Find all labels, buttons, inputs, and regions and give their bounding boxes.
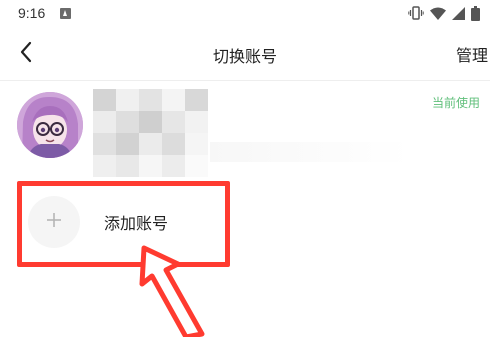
status-bar: 9:16 — [0, 0, 490, 28]
avatar — [17, 92, 83, 158]
page-title: 切换账号 — [212, 47, 277, 66]
current-account-badge: 当前使用 — [431, 96, 480, 110]
switch-account-screen: 9:16 切换账号 管理 当前使用 添加账号 — [0, 0, 490, 337]
status-icons — [408, 5, 480, 21]
blurred-account-detail — [210, 142, 410, 162]
wifi-icon — [430, 7, 446, 20]
header-divider — [0, 80, 490, 81]
add-account-label: 添加账号 — [104, 214, 169, 233]
add-account-icon-container — [28, 196, 80, 248]
app-notification-icon — [60, 8, 71, 19]
battery-icon — [471, 5, 480, 21]
current-account-item[interactable]: 当前使用 — [0, 82, 490, 177]
manage-button[interactable]: 管理 — [456, 42, 488, 66]
signal-icon — [452, 6, 465, 20]
vibrate-icon — [408, 6, 424, 20]
status-time: 9:16 — [18, 5, 46, 21]
top-app-bar: 切换账号 管理 — [0, 28, 490, 80]
pointer-arrow-icon — [130, 238, 220, 337]
blurred-account-name — [93, 89, 208, 177]
plus-icon — [46, 212, 62, 232]
